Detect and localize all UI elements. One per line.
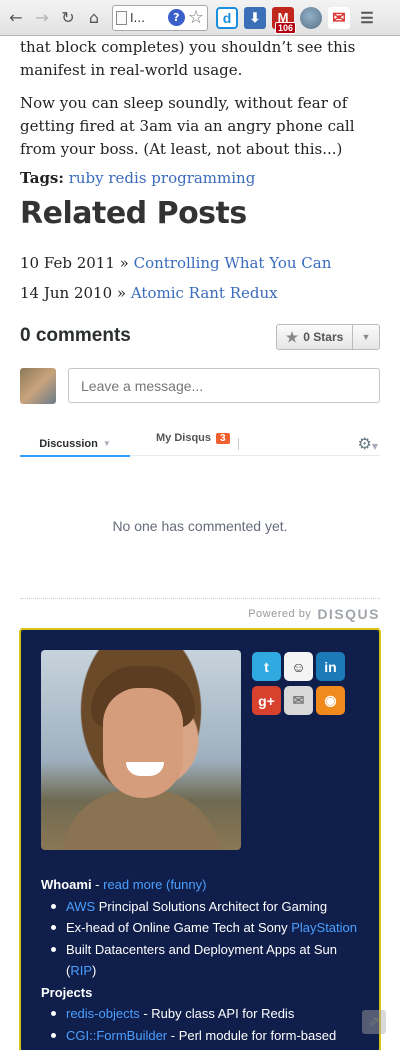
tab-my-disqus-label: My Disqus <box>156 432 212 444</box>
tab-discussion[interactable]: Discussion ▼ <box>20 432 130 457</box>
stars-button[interactable]: ★ 0 Stars ▼ <box>276 324 380 350</box>
stars-label: 0 Stars <box>303 330 344 344</box>
browser-toolbar: ← → ↻ ⌂ I... ? ☆ d ⬇ M 106 ✉ ☰ <box>0 0 400 36</box>
email-icon[interactable]: ✉ <box>284 686 313 715</box>
list-item: CGI::FormBuilder - Perl module for form-… <box>41 1025 361 1047</box>
article-paragraph: that block completes) you shouldn’t see … <box>20 38 356 79</box>
tab-discussion-label: Discussion <box>39 437 98 450</box>
list-item-text: - Ruby class API for Redis <box>139 1006 295 1021</box>
list-item-text: - Perl module for form-based <box>167 1027 337 1043</box>
rip-link[interactable]: RIP <box>70 963 92 978</box>
notification-count-badge: 3 <box>216 432 230 444</box>
about-author-box: t ☺ in g+ ✉ ◉ Whoami - read more (funny)… <box>19 628 381 1050</box>
github-icon[interactable]: ☺ <box>284 652 313 681</box>
twitter-icon[interactable]: t <box>252 652 281 681</box>
photo-shoulders <box>61 790 221 850</box>
chevron-down-icon[interactable]: ▼ <box>353 325 379 349</box>
projects-heading: Projects <box>41 984 93 1000</box>
address-bar[interactable]: I... ? ☆ <box>112 4 208 31</box>
forward-icon[interactable]: → <box>30 6 54 30</box>
author-bio: Whoami - read more (funny) AWS Principal… <box>41 874 361 1046</box>
star-icon: ★ <box>285 328 299 345</box>
tab-my-disqus[interactable]: My Disqus 3 <box>156 432 230 444</box>
social-links: t ☺ in g+ ✉ ◉ <box>252 652 345 715</box>
list-item: Ex-head of Online Game Tech at Sony Play… <box>41 917 361 939</box>
divider <box>20 598 380 599</box>
whoami-list: AWS Principal Solutions Architect for Ga… <box>41 896 361 982</box>
bookmark-star-icon[interactable]: ☆ <box>188 8 204 27</box>
comments-count: 0 comments <box>20 325 131 346</box>
linkedin-icon[interactable]: in <box>316 652 345 681</box>
list-item-text: Ex-head of Online Game Tech at Sony <box>66 920 292 935</box>
tab-title: I... <box>130 10 145 25</box>
gmail-unread-badge: 106 <box>275 21 297 34</box>
list-item-text: ) <box>92 963 97 978</box>
read-more-link[interactable]: read more (funny) <box>103 877 206 892</box>
list-item: AWS Principal Solutions Architect for Ga… <box>41 896 361 918</box>
chevron-down-icon: ▼ <box>102 439 111 448</box>
playstation-link[interactable]: PlayStation <box>291 920 357 935</box>
redis-objects-link[interactable]: redis-objects <box>66 1006 140 1021</box>
list-item-text: Built Datacenters and Deployment Apps at… <box>66 941 337 979</box>
list-item-text: Principal Solutions Architect for Gaming <box>95 898 328 914</box>
powered-by-disqus[interactable]: Powered by DISQUS <box>248 606 380 622</box>
mail-extension-icon[interactable]: ✉ <box>328 6 350 29</box>
menu-icon[interactable]: ☰ <box>356 7 378 29</box>
back-icon[interactable]: ← <box>4 6 28 30</box>
whoami-heading: Whoami <box>41 877 92 892</box>
disqus-logo: DISQUS <box>317 606 380 622</box>
tags-label: Tags: <box>20 169 64 187</box>
settings-gear-icon[interactable]: ⚙▼ <box>358 434 379 453</box>
article-paragraph: Now you can sleep soundly, without fear … <box>20 94 355 158</box>
related-post-date: 14 Jun 2010 » <box>20 284 127 302</box>
home-icon[interactable]: ⌂ <box>82 6 106 30</box>
aws-link[interactable]: AWS <box>66 899 95 914</box>
formbuilder-link[interactable]: CGI::FormBuilder <box>66 1028 167 1043</box>
list-item: Built Datacenters and Deployment Apps at… <box>41 939 361 982</box>
rss-icon[interactable]: ◉ <box>316 686 345 715</box>
related-post-date: 10 Feb 2011 » <box>20 254 129 272</box>
disqus-tabs: Discussion ▼ My Disqus 3 ⚙▼ <box>20 426 380 457</box>
related-post: 10 Feb 2011 » Controlling What You Can <box>20 252 331 275</box>
tags-line: Tags: ruby redis programming <box>20 167 255 190</box>
whoami-separator: - <box>91 877 104 892</box>
related-post: 14 Jun 2010 » Atomic Rant Redux <box>20 282 278 305</box>
delicious-extension-icon[interactable]: d <box>216 6 238 29</box>
whoami-line: Whoami - read more (funny) <box>41 874 361 896</box>
list-item: redis-objects - Ruby class API for Redis <box>41 1003 361 1025</box>
star-thread-button[interactable]: ★ 0 Stars <box>277 325 353 349</box>
powered-by-label: Powered by <box>248 608 312 620</box>
tab-divider <box>238 438 239 450</box>
no-comments-message: No one has commented yet. <box>112 518 288 534</box>
circle-extension-icon[interactable] <box>300 6 322 29</box>
related-post-link[interactable]: Atomic Rant Redux <box>131 284 278 302</box>
related-posts-heading: Related Posts <box>20 196 247 231</box>
reload-icon[interactable]: ↻ <box>56 6 80 30</box>
author-photo <box>41 650 241 850</box>
help-icon[interactable]: ? <box>167 9 185 26</box>
google-plus-icon[interactable]: g+ <box>252 686 281 715</box>
photo-face <box>103 688 183 798</box>
page-icon <box>116 10 127 25</box>
user-avatar[interactable] <box>20 368 56 404</box>
download-extension-icon[interactable]: ⬇ <box>244 6 266 29</box>
comment-input[interactable] <box>68 368 380 403</box>
tags-link[interactable]: ruby redis programming <box>69 169 256 187</box>
gmail-extension-icon[interactable]: M 106 <box>272 6 297 34</box>
projects-list: redis-objects - Ruby class API for Redis… <box>41 1003 361 1046</box>
related-post-link[interactable]: Controlling What You Can <box>134 254 332 272</box>
share-icon[interactable]: ⇗ <box>362 1010 386 1034</box>
